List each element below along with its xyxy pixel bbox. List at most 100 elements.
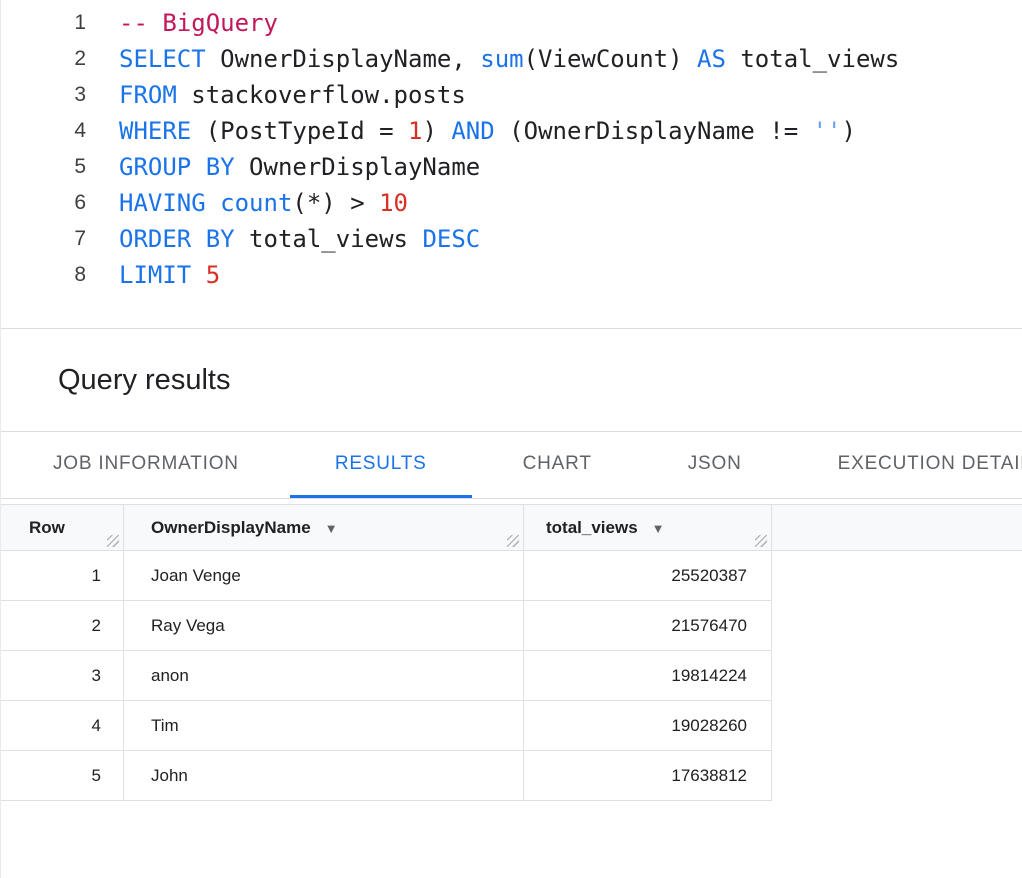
cell-owner-display-name: Tim — [124, 701, 524, 750]
code-token-plain — [206, 189, 220, 217]
sort-dropdown-icon-ownerdisplayname[interactable]: ▼ — [325, 521, 338, 536]
cell-row-number: 1 — [1, 551, 124, 600]
column-label-row: Row — [29, 518, 65, 537]
results-tab-bar: JOB INFORMATIONRESULTSCHARTJSONEXECUTION… — [1, 432, 1022, 499]
column-resize-handle-icon[interactable] — [107, 535, 119, 547]
table-body: 1Joan Venge255203872Ray Vega215764703ano… — [1, 551, 1022, 801]
table-row: 1Joan Venge25520387 — [1, 551, 772, 601]
code-token-kw: DESC — [422, 225, 480, 253]
code-line[interactable]: 6 HAVING count(*) > 10 — [1, 185, 1022, 221]
code-line[interactable]: 2 SELECT OwnerDisplayName, sum(ViewCount)… — [1, 41, 1022, 77]
code-token-kw: LIMIT — [119, 261, 191, 289]
code-token-comment: -- BigQuery — [119, 9, 278, 37]
cell-total-views: 19814224 — [524, 651, 772, 700]
code-token-plain: (PostTypeId = — [191, 117, 408, 145]
column-header-total-views[interactable]: total_views ▼ — [524, 505, 772, 550]
column-label-ownerdisplayname: OwnerDisplayName — [151, 518, 311, 537]
code-line[interactable]: 5 GROUP BY OwnerDisplayName — [1, 149, 1022, 185]
line-number: 7 — [1, 227, 86, 251]
line-number: 5 — [1, 155, 86, 179]
table-header-row: Row OwnerDisplayName ▼ total_views ▼ — [1, 504, 1022, 551]
column-header-filler — [772, 505, 1022, 550]
results-table: Row OwnerDisplayName ▼ total_views ▼ 1Joan… — [1, 504, 1022, 801]
cell-row-number: 4 — [1, 701, 124, 750]
code-token-plain: OwnerDisplayName — [235, 153, 481, 181]
code-token-plain: (OwnerDisplayName != — [495, 117, 813, 145]
code-text: HAVING count(*) > 10 — [119, 189, 408, 217]
line-number: 3 — [1, 83, 86, 107]
cell-total-views: 21576470 — [524, 601, 772, 650]
cell-row-number: 2 — [1, 601, 124, 650]
table-row: 3anon19814224 — [1, 651, 772, 701]
code-text: WHERE (PostTypeId = 1) AND (OwnerDisplay… — [119, 117, 856, 145]
column-resize-handle-icon[interactable] — [507, 535, 519, 547]
line-number: 1 — [1, 11, 86, 35]
cell-row-number: 3 — [1, 651, 124, 700]
code-token-kw: FROM — [119, 81, 177, 109]
code-line[interactable]: 4 WHERE (PostTypeId = 1) AND (OwnerDispla… — [1, 113, 1022, 149]
code-token-fn: count — [220, 189, 292, 217]
code-token-num: 10 — [379, 189, 408, 217]
code-line[interactable]: 8 LIMIT 5 — [1, 257, 1022, 293]
code-token-plain: ) — [422, 117, 451, 145]
tab-chart[interactable]: CHART — [478, 432, 637, 498]
column-label-total-views: total_views — [546, 518, 638, 537]
code-line[interactable]: 1 -- BigQuery — [1, 5, 1022, 41]
code-token-plain: total_views — [726, 45, 899, 73]
code-token-str: '' — [813, 117, 842, 145]
sql-editor[interactable]: 1 -- BigQuery 2 SELECT OwnerDisplayName, su… — [1, 0, 1022, 329]
line-number: 4 — [1, 119, 86, 143]
code-text: FROM stackoverflow.posts — [119, 81, 466, 109]
line-number: 6 — [1, 191, 86, 215]
code-text: SELECT OwnerDisplayName, sum(ViewCount) … — [119, 45, 899, 73]
sort-dropdown-icon-total-views[interactable]: ▼ — [652, 521, 665, 536]
code-text: -- BigQuery — [119, 9, 278, 37]
column-resize-handle-icon[interactable] — [755, 535, 767, 547]
cell-owner-display-name: Ray Vega — [124, 601, 524, 650]
cell-total-views: 17638812 — [524, 751, 772, 800]
cell-owner-display-name: anon — [124, 651, 524, 700]
column-header-row[interactable]: Row — [1, 505, 124, 550]
table-row: 2Ray Vega21576470 — [1, 601, 772, 651]
code-token-kw: GROUP BY — [119, 153, 235, 181]
cell-total-views: 25520387 — [524, 551, 772, 600]
line-number: 2 — [1, 47, 86, 71]
code-token-kw: AS — [697, 45, 726, 73]
results-title-bar: Query results — [1, 329, 1022, 432]
tab-results[interactable]: RESULTS — [290, 432, 472, 498]
code-text: LIMIT 5 — [119, 261, 220, 289]
code-token-plain — [191, 261, 205, 289]
table-row: 5John17638812 — [1, 751, 772, 801]
line-number: 8 — [1, 263, 86, 287]
code-token-kw: HAVING — [119, 189, 206, 217]
code-token-kw: WHERE — [119, 117, 191, 145]
code-token-kw: SELECT — [119, 45, 206, 73]
tab-execution-details[interactable]: EXECUTION DETAILS — [793, 432, 1022, 498]
code-line[interactable]: 7 ORDER BY total_views DESC — [1, 221, 1022, 257]
code-token-num: 5 — [206, 261, 220, 289]
code-token-plain: ) — [842, 117, 856, 145]
code-token-plain: stackoverflow.posts — [177, 81, 466, 109]
column-header-ownerdisplayname[interactable]: OwnerDisplayName ▼ — [124, 505, 524, 550]
code-lines-container: 1 -- BigQuery 2 SELECT OwnerDisplayName, su… — [1, 5, 1022, 293]
code-token-plain: (*) > — [292, 189, 379, 217]
cell-owner-display-name: Joan Venge — [124, 551, 524, 600]
code-text: GROUP BY OwnerDisplayName — [119, 153, 480, 181]
cell-row-number: 5 — [1, 751, 124, 800]
code-token-plain: total_views — [235, 225, 423, 253]
table-row: 4Tim19028260 — [1, 701, 772, 751]
bigquery-results-panel: 1 -- BigQuery 2 SELECT OwnerDisplayName, su… — [1, 0, 1022, 801]
code-line[interactable]: 3 FROM stackoverflow.posts — [1, 77, 1022, 113]
code-token-plain: OwnerDisplayName, — [206, 45, 481, 73]
code-token-num: 1 — [408, 117, 422, 145]
code-token-kw: AND — [451, 117, 494, 145]
query-results-title: Query results — [1, 364, 230, 397]
code-text: ORDER BY total_views DESC — [119, 225, 480, 253]
tab-job-information[interactable]: JOB INFORMATION — [8, 432, 284, 498]
cell-total-views: 19028260 — [524, 701, 772, 750]
code-token-fn: sum — [480, 45, 523, 73]
cell-owner-display-name: John — [124, 751, 524, 800]
code-token-kw: ORDER BY — [119, 225, 235, 253]
code-token-plain: (ViewCount) — [524, 45, 697, 73]
tab-json[interactable]: JSON — [643, 432, 787, 498]
